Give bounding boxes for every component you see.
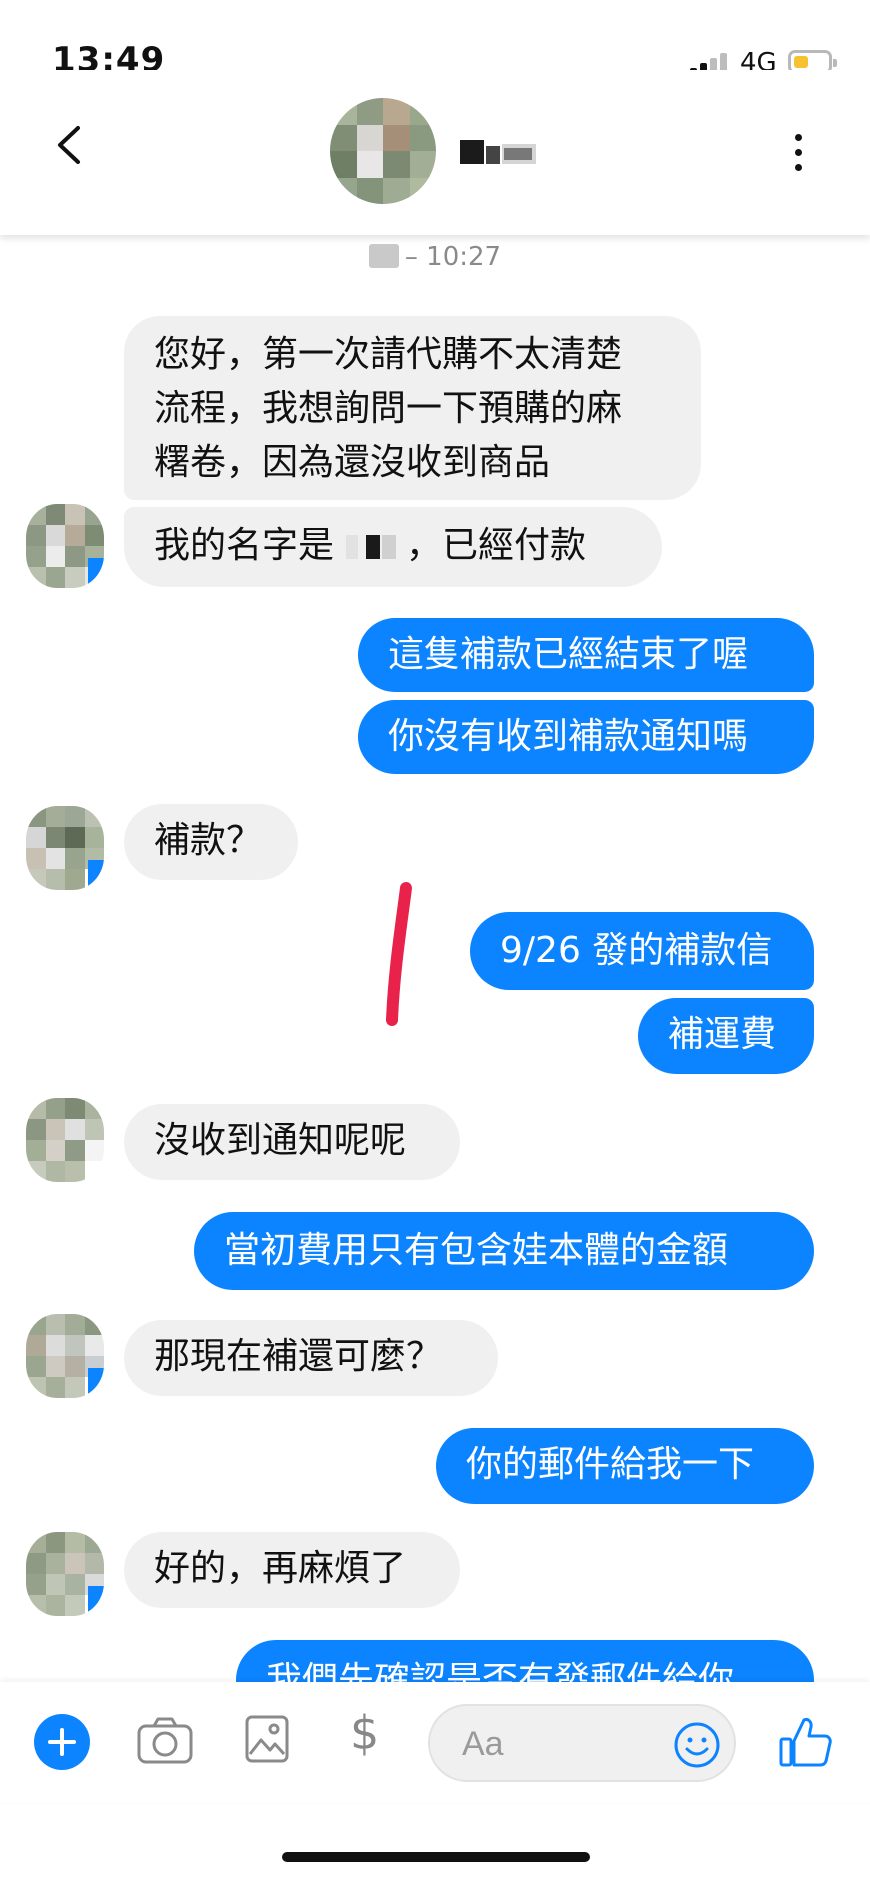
camera-icon[interactable] <box>136 1716 194 1766</box>
thumbs-up-icon[interactable] <box>778 1714 834 1770</box>
message-outgoing[interactable]: 你沒有收到補款通知嗎 <box>358 700 814 774</box>
contact-avatar[interactable] <box>330 98 436 204</box>
red-annotation-mark <box>386 882 412 1026</box>
message-outgoing[interactable]: 這隻補款已經結束了喔 <box>358 618 814 692</box>
contact-avatar-small[interactable] <box>26 504 104 588</box>
redacted-day <box>368 244 399 268</box>
message-input[interactable] <box>460 1720 644 1768</box>
redacted-name <box>342 535 398 559</box>
more-button[interactable] <box>790 134 806 174</box>
plus-icon[interactable] <box>34 1714 90 1770</box>
message-text: 補運費 <box>668 1014 777 1055</box>
contact-avatar-small[interactable] <box>26 806 104 890</box>
chevron-left-icon <box>58 126 80 164</box>
message-text: 這隻補款已經結束了喔 <box>388 634 749 675</box>
message-text: 當初費用只有包含娃本體的金額 <box>224 1230 729 1271</box>
message-text: 我們先確認是否有發郵件給你 <box>266 1660 735 1682</box>
timestamp-text: – 10:27 <box>404 242 502 272</box>
conversation-timestamp: – 10:27 <box>0 242 870 272</box>
message-incoming[interactable]: 那現在補還可麼？ <box>124 1320 498 1396</box>
back-button[interactable] <box>50 120 90 170</box>
message-line: 流程，我想詢問一下預購的麻 <box>154 388 623 429</box>
contact-avatar-small[interactable] <box>26 1314 104 1398</box>
dollar-icon[interactable]: $ <box>350 1706 379 1760</box>
image-icon[interactable] <box>244 1714 290 1764</box>
contact-avatar-small[interactable] <box>26 1532 104 1616</box>
message-outgoing[interactable]: 當初費用只有包含娃本體的金額 <box>194 1212 814 1290</box>
emoji-icon[interactable] <box>672 1720 722 1770</box>
message-outgoing[interactable]: 我們先確認是否有發郵件給你 <box>236 1640 814 1682</box>
message-outgoing[interactable]: 9/26 發的補款信 <box>470 912 814 990</box>
message-composer: $ <box>0 1682 870 1802</box>
message-outgoing[interactable]: 你的郵件給我一下 <box>436 1428 814 1504</box>
message-text: 那現在補還可麼？ <box>154 1336 443 1377</box>
message-incoming[interactable]: 補款？ <box>124 804 298 880</box>
vertical-ellipsis-icon <box>795 134 802 141</box>
message-text: 沒收到通知呢呢 <box>154 1120 407 1161</box>
contact-avatar-small[interactable] <box>26 1098 104 1182</box>
message-line: 您好，第一次請代購不太清楚 <box>154 334 623 375</box>
message-incoming[interactable]: 沒收到通知呢呢 <box>124 1104 460 1180</box>
message-incoming[interactable]: 您好，第一次請代購不太清楚 流程，我想詢問一下預購的麻 糬卷，因為還沒收到商品 <box>124 316 701 500</box>
message-text: 我的名字是 <box>154 525 335 566</box>
message-clip: 我們先確認是否有發郵件給你 <box>0 1640 870 1682</box>
message-outgoing[interactable]: 補運費 <box>638 998 814 1074</box>
message-text: ，已經付款 <box>406 525 587 566</box>
message-incoming[interactable]: 我的名字是 ，已經付款 <box>124 507 662 587</box>
message-line: 糬卷，因為還沒收到商品 <box>154 442 551 483</box>
message-text: 9/26 發的補款信 <box>500 930 773 971</box>
home-indicator[interactable] <box>282 1852 590 1862</box>
message-text: 你的郵件給我一下 <box>466 1444 755 1485</box>
message-text: 補款？ <box>154 820 263 861</box>
message-text: 你沒有收到補款通知嗎 <box>388 716 749 757</box>
contact-name-redacted <box>460 136 540 164</box>
message-incoming[interactable]: 好的，再麻煩了 <box>124 1532 460 1608</box>
message-text: 好的，再麻煩了 <box>154 1548 407 1589</box>
conversation-header <box>0 70 870 235</box>
